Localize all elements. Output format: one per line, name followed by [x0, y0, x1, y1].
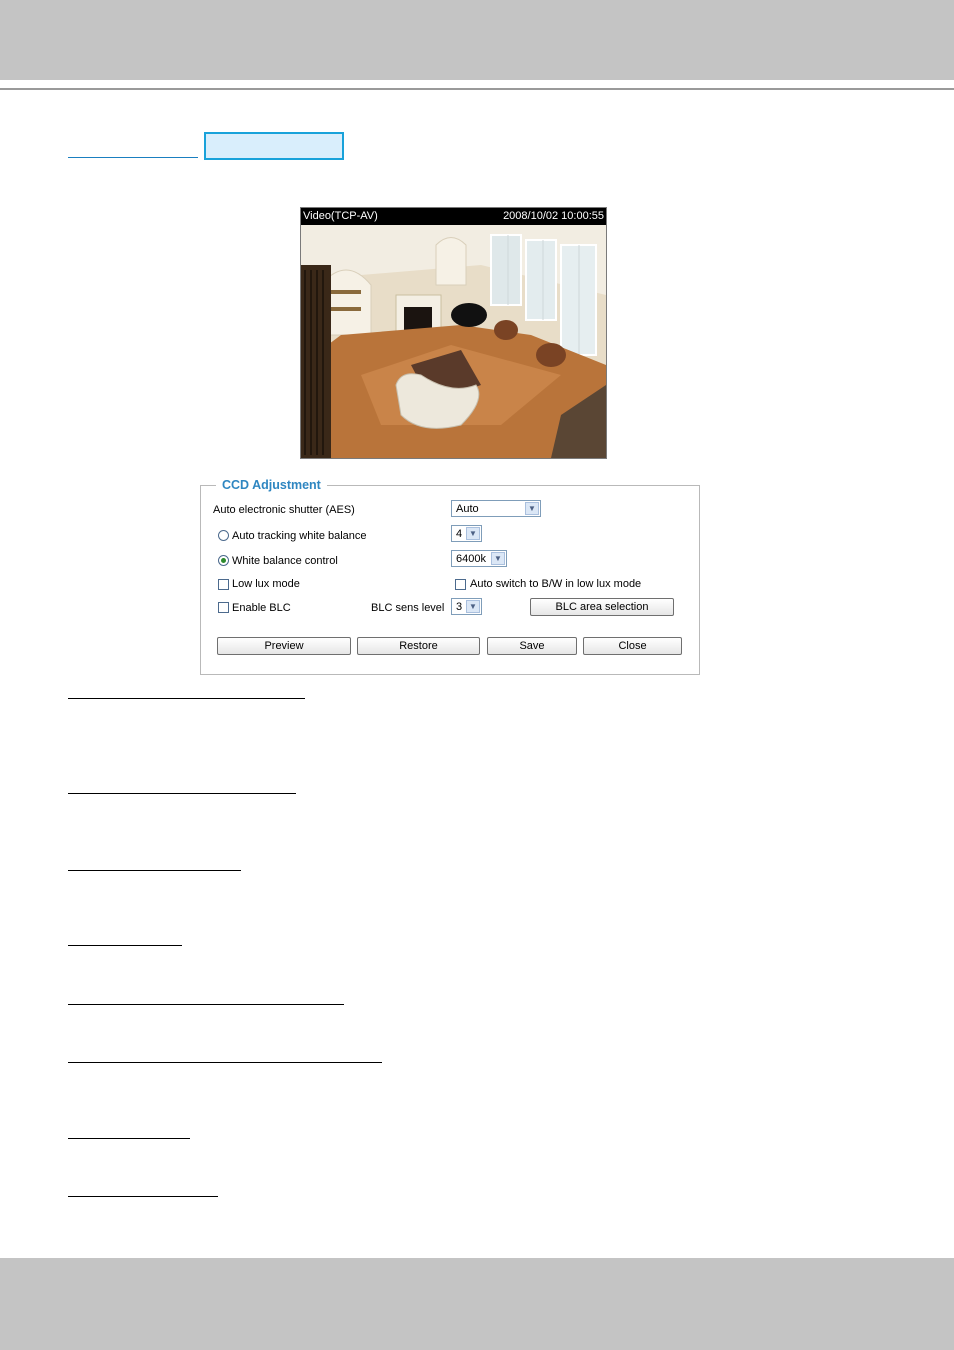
section-heading-underline	[68, 793, 296, 794]
camera-snapshot-image	[301, 225, 606, 458]
enable-blc-label: Enable BLC	[232, 602, 291, 614]
auto-bw-checkbox[interactable]	[455, 579, 466, 590]
video-preview: Video(TCP-AV) 2008/10/02 10:00:55	[300, 207, 607, 459]
restore-button[interactable]: Restore	[357, 637, 480, 655]
section-heading-underline	[68, 1138, 190, 1139]
save-button[interactable]: Save	[487, 637, 577, 655]
auto-wb-radio[interactable]	[218, 530, 229, 541]
blc-sens-select[interactable]: 3 ▼	[451, 598, 482, 615]
wb-control-radio[interactable]	[218, 555, 229, 566]
video-stream-label: Video(TCP-AV)	[303, 210, 378, 222]
auto-bw-label: Auto switch to B/W in low lux mode	[470, 578, 642, 590]
section-heading-underline	[68, 1062, 382, 1063]
page-header-band	[0, 0, 954, 80]
section-heading-underline	[68, 1196, 218, 1197]
video-caption-bar: Video(TCP-AV) 2008/10/02 10:00:55	[301, 208, 606, 225]
aes-select[interactable]: Auto ▼	[451, 500, 541, 517]
blc-sens-select-value: 3	[456, 601, 463, 613]
section-heading-underline	[68, 870, 241, 871]
chevron-down-icon: ▼	[491, 552, 505, 565]
active-tab-highlight[interactable]	[204, 132, 344, 160]
wb-control-select[interactable]: 6400k ▼	[451, 550, 507, 567]
enable-blc-checkbox[interactable]	[218, 602, 229, 613]
section-heading-underline	[68, 698, 305, 699]
ccd-panel-title: CCD Adjustment	[216, 477, 327, 493]
aes-label: Auto electronic shutter (AES)	[213, 504, 355, 516]
chevron-down-icon: ▼	[466, 527, 480, 540]
video-timestamp: 2008/10/02 10:00:55	[503, 210, 604, 222]
auto-wb-select-value: 4	[456, 528, 463, 540]
page-footer-band	[0, 1258, 954, 1350]
nav-link-underline[interactable]	[68, 157, 198, 158]
blc-area-selection-button[interactable]: BLC area selection	[530, 598, 674, 616]
preview-button[interactable]: Preview	[217, 637, 351, 655]
close-button[interactable]: Close	[583, 637, 682, 655]
section-heading-underline	[68, 1004, 344, 1005]
low-lux-label: Low lux mode	[232, 578, 300, 590]
chevron-down-icon: ▼	[466, 600, 480, 613]
blc-sens-label: BLC sens level	[371, 602, 445, 614]
wb-control-label: White balance control	[232, 555, 338, 567]
auto-wb-label: Auto tracking white balance	[232, 530, 367, 542]
section-heading-underline	[68, 945, 182, 946]
wb-control-select-value: 6400k	[456, 553, 486, 565]
auto-wb-select[interactable]: 4 ▼	[451, 525, 482, 542]
chevron-down-icon: ▼	[525, 502, 539, 515]
header-divider	[0, 88, 954, 90]
low-lux-checkbox[interactable]	[218, 579, 229, 590]
aes-select-value: Auto	[456, 503, 479, 515]
